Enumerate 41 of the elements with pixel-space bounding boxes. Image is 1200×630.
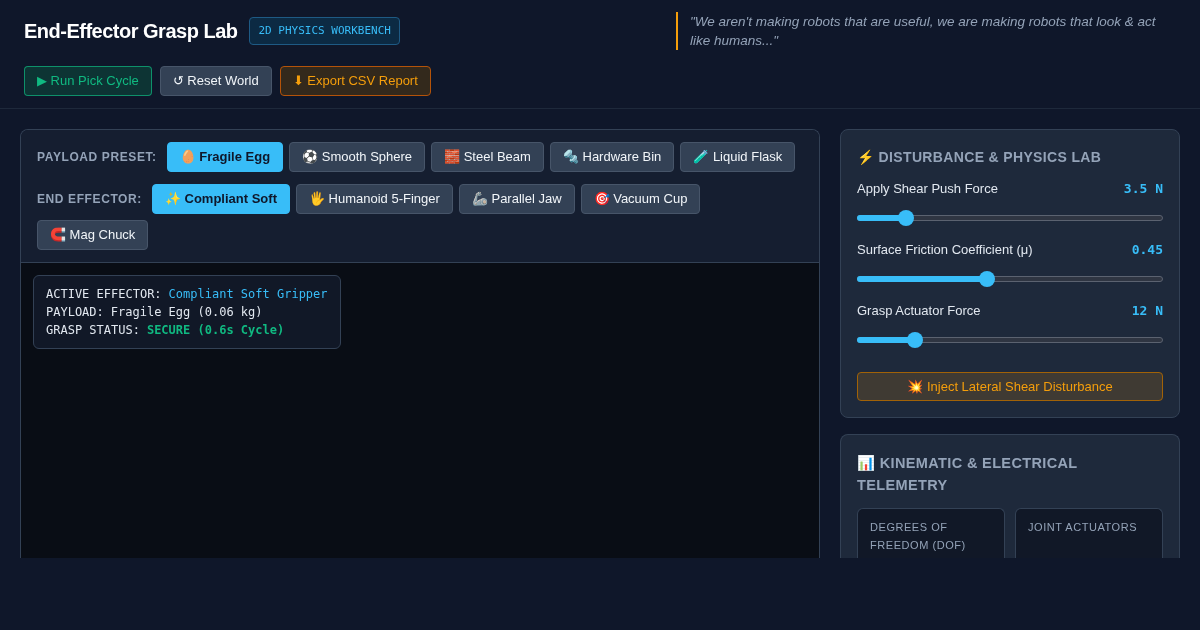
action-button[interactable]: ▶ Run Pick Cycle xyxy=(24,66,152,96)
slider-label: Grasp Actuator Force xyxy=(857,302,981,321)
metric-label: JOINT ACTUATORS xyxy=(1028,520,1139,535)
slider-reading: 0.45 xyxy=(1131,241,1163,260)
group-label: PAYLOAD PRESET: xyxy=(37,149,157,166)
option-button[interactable]: ✨ Compliant Soft xyxy=(151,184,290,214)
workbench-badge: 2D PHYSICS WORKBENCH xyxy=(249,16,400,46)
option-button[interactable]: 🔩 Hardware Bin xyxy=(549,142,675,172)
slider-track[interactable] xyxy=(857,210,1163,226)
slider-thumb[interactable] xyxy=(979,271,996,287)
slider-label: Surface Friction Coefficient (μ) xyxy=(857,241,1033,260)
option-button[interactable]: 🥚 Fragile Egg xyxy=(166,142,284,172)
panel-title: 📊 KINEMATIC & ELECTRICAL TELEMETRY xyxy=(857,454,1079,495)
readout-value: SECURE (0.6s Cycle) xyxy=(146,322,285,339)
quote-text: "We aren't making robots that are useful, we are making robots that look & act like humans..." xyxy=(676,12,1176,50)
slider-reading: 12 N xyxy=(1131,302,1163,321)
option-button[interactable]: 🖐 Humanoid 5-Finger xyxy=(295,184,453,214)
group-label: END EFFECTOR: xyxy=(37,191,142,208)
option-button[interactable]: 🧪 Liquid Flask xyxy=(680,142,796,172)
panel-title: ⚡ DISTURBANCE & PHYSICS LAB xyxy=(857,148,1103,167)
option-button[interactable]: 🧱 Steel Beam xyxy=(431,142,544,172)
readout-label: PAYLOAD: xyxy=(46,304,104,321)
readout-label: ACTIVE EFFECTOR: xyxy=(46,286,162,303)
option-button[interactable]: 🎯 Vacuum Cup xyxy=(580,184,701,214)
inject-button[interactable]: 💥 Inject Lateral Shear Disturbance xyxy=(857,372,1163,401)
slider-track[interactable] xyxy=(857,271,1163,287)
action-button[interactable]: ↺ Reset World xyxy=(159,66,272,96)
readout-value: Compliant Soft Gripper xyxy=(168,286,328,303)
slider-reading: 3.5 N xyxy=(1123,180,1163,199)
option-button[interactable]: 🦾 Parallel Jaw xyxy=(458,184,575,214)
readout-value: Fragile Egg (0.06 kg) xyxy=(110,304,263,321)
metric-label: DEGREES OF FREEDOM (DOF) xyxy=(870,520,967,553)
option-button[interactable]: ⚽ Smooth Sphere xyxy=(289,142,426,172)
action-button[interactable]: ⬇ Export CSV Report xyxy=(279,66,431,96)
slider-thumb[interactable] xyxy=(897,210,914,226)
slider-label: Apply Shear Push Force xyxy=(857,180,998,199)
slider-thumb[interactable] xyxy=(907,332,924,348)
app-title: End-Effector Grasp Lab xyxy=(24,19,238,44)
option-button[interactable]: 🧲 Mag Chuck xyxy=(37,220,149,250)
readout-label: GRASP STATUS: xyxy=(46,322,140,339)
slider-track[interactable] xyxy=(857,332,1163,348)
